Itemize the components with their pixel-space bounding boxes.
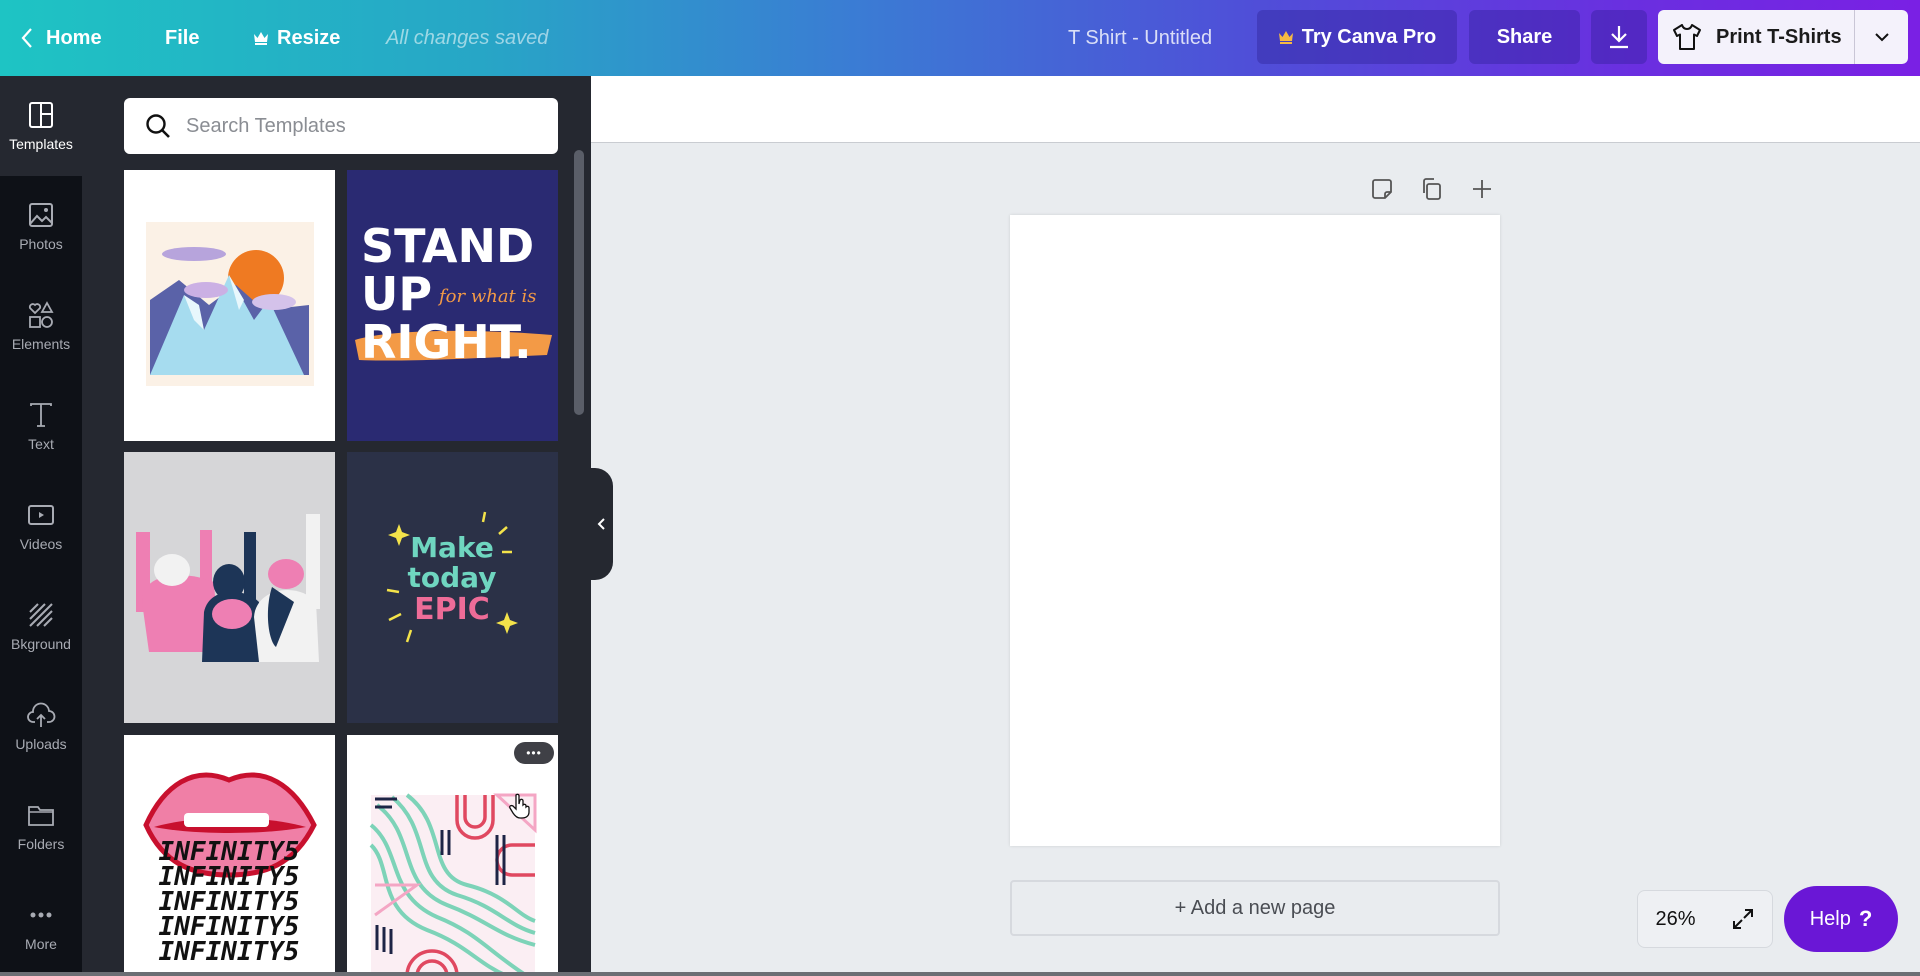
- sidebar-item-videos[interactable]: Videos: [0, 476, 82, 576]
- template-thumbnail-stand-up[interactable]: STAND UP for what is RIGHT.: [347, 170, 558, 441]
- stand-up-design: STAND UP for what is RIGHT.: [355, 219, 552, 369]
- templates-scrollbar[interactable]: [574, 150, 584, 415]
- sidebar-label: Photos: [19, 236, 63, 252]
- sidebar-label: Uploads: [15, 736, 67, 752]
- chevron-left-icon: [597, 518, 605, 530]
- design-page-canvas[interactable]: [1010, 215, 1500, 846]
- document-title[interactable]: T Shirt - Untitled: [1068, 0, 1212, 76]
- sidebar-item-text[interactable]: Text: [0, 376, 82, 476]
- top-bar: Home File Resize All changes saved T Shi…: [0, 0, 1920, 76]
- panel-edge: [82, 176, 91, 976]
- sidebar-item-folders[interactable]: Folders: [0, 776, 82, 876]
- stand-text: STAND: [361, 219, 534, 273]
- hand-cursor-icon: [509, 793, 530, 819]
- crown-icon: [254, 32, 268, 45]
- sidebar-label: Bkground: [11, 636, 71, 652]
- sidebar-item-background[interactable]: Bkground: [0, 576, 82, 676]
- save-status: All changes saved: [386, 26, 549, 49]
- sidebar-label: Videos: [19, 536, 63, 552]
- zoom-control: 26%: [1637, 890, 1773, 948]
- today-text: today: [408, 561, 497, 594]
- share-label: Share: [1496, 25, 1553, 48]
- try-pro-label: Try Canva Pro: [1301, 25, 1437, 48]
- infinity-text: INFINITY5: [159, 937, 300, 967]
- script-text: for what is: [437, 286, 537, 307]
- friends-illustration: [136, 514, 320, 662]
- print-tshirts-group: Print T-Shirts: [1658, 10, 1908, 64]
- background-icon: [29, 603, 53, 627]
- search-icon: [146, 114, 170, 138]
- sidebar-item-templates[interactable]: Templates: [0, 76, 82, 176]
- template-more-options-button[interactable]: •••: [514, 742, 554, 764]
- help-label: Help: [1809, 907, 1851, 930]
- print-tshirts-button[interactable]: Print T-Shirts: [1658, 10, 1854, 64]
- help-button[interactable]: Help ?: [1784, 886, 1898, 952]
- mountain-illustration: [146, 222, 314, 386]
- abstract-lines-design: [369, 793, 537, 976]
- crown-icon: [1278, 31, 1293, 44]
- sidebar-label: Folders: [17, 836, 65, 852]
- template-thumbnail-infinity-lips[interactable]: INFINITY5 INFINITY5 INFINITY5 INFINITY5 …: [124, 735, 335, 976]
- file-label: File: [165, 26, 200, 49]
- print-options-dropdown[interactable]: [1855, 10, 1908, 64]
- more-options-icon: •••: [526, 746, 542, 760]
- search-input[interactable]: [186, 114, 546, 138]
- print-label: Print T-Shirts: [1716, 25, 1842, 48]
- sidebar-item-more[interactable]: More: [0, 876, 82, 976]
- up-text: UP: [361, 267, 432, 321]
- add-note-icon[interactable]: [1369, 176, 1395, 202]
- infinity-lips-design: INFINITY5 INFINITY5 INFINITY5 INFINITY5 …: [143, 772, 317, 967]
- text-icon: [30, 403, 52, 427]
- collapse-panel-button[interactable]: [591, 468, 613, 580]
- download-icon: [1610, 26, 1628, 49]
- make-today-epic-design: Make today EPIC: [386, 511, 518, 643]
- add-page-icon[interactable]: [1469, 176, 1495, 202]
- sidebar-label: More: [25, 936, 57, 952]
- editor-toolbar: [591, 76, 1920, 143]
- resize-label: Resize: [277, 26, 341, 49]
- folders-icon: [28, 806, 54, 826]
- sidebar-label: Text: [28, 436, 54, 452]
- templates-icon: [29, 102, 53, 128]
- template-thumbnail-friends[interactable]: [124, 452, 335, 723]
- bottom-edge: [0, 972, 1920, 976]
- home-label: Home: [46, 26, 102, 49]
- photos-icon: [29, 203, 53, 227]
- epic-text: EPIC: [414, 592, 490, 627]
- resize-button[interactable]: Resize: [253, 0, 340, 76]
- right-text: RIGHT.: [361, 315, 532, 369]
- sidebar-label: Templates: [9, 136, 73, 152]
- home-button[interactable]: Home: [20, 0, 102, 76]
- template-thumbnail-abstract-lines[interactable]: •••: [347, 735, 558, 976]
- duplicate-page-icon[interactable]: [1419, 176, 1445, 202]
- question-mark-icon: ?: [1858, 906, 1873, 931]
- tshirt-icon: [1673, 24, 1701, 50]
- sidebar-label: Elements: [11, 336, 71, 352]
- zoom-level[interactable]: 26%: [1655, 908, 1695, 931]
- template-thumbnail-mountain[interactable]: [124, 170, 335, 441]
- page-actions: [1369, 176, 1495, 202]
- fullscreen-icon[interactable]: [1731, 907, 1755, 931]
- videos-icon: [28, 505, 54, 525]
- try-canva-pro-button[interactable]: Try Canva Pro: [1257, 10, 1457, 64]
- file-menu-button[interactable]: File: [165, 0, 199, 76]
- chevron-left-icon: [21, 28, 32, 48]
- make-text: Make: [410, 531, 494, 564]
- add-page-label: + Add a new page: [1174, 896, 1336, 919]
- chevron-down-icon: [1874, 33, 1889, 42]
- search-templates-field[interactable]: [124, 98, 558, 154]
- elements-icon: [28, 301, 54, 328]
- sidebar-item-photos[interactable]: Photos: [0, 176, 82, 276]
- add-new-page-button[interactable]: + Add a new page: [1010, 880, 1500, 936]
- template-thumbnail-make-today-epic[interactable]: Make today EPIC: [347, 452, 558, 723]
- more-icon: [30, 912, 52, 918]
- download-button[interactable]: [1591, 10, 1647, 64]
- uploads-icon: [27, 702, 56, 727]
- share-button[interactable]: Share: [1469, 10, 1580, 64]
- sidebar-item-elements[interactable]: Elements: [0, 276, 82, 376]
- sidebar-item-uploads[interactable]: Uploads: [0, 676, 82, 776]
